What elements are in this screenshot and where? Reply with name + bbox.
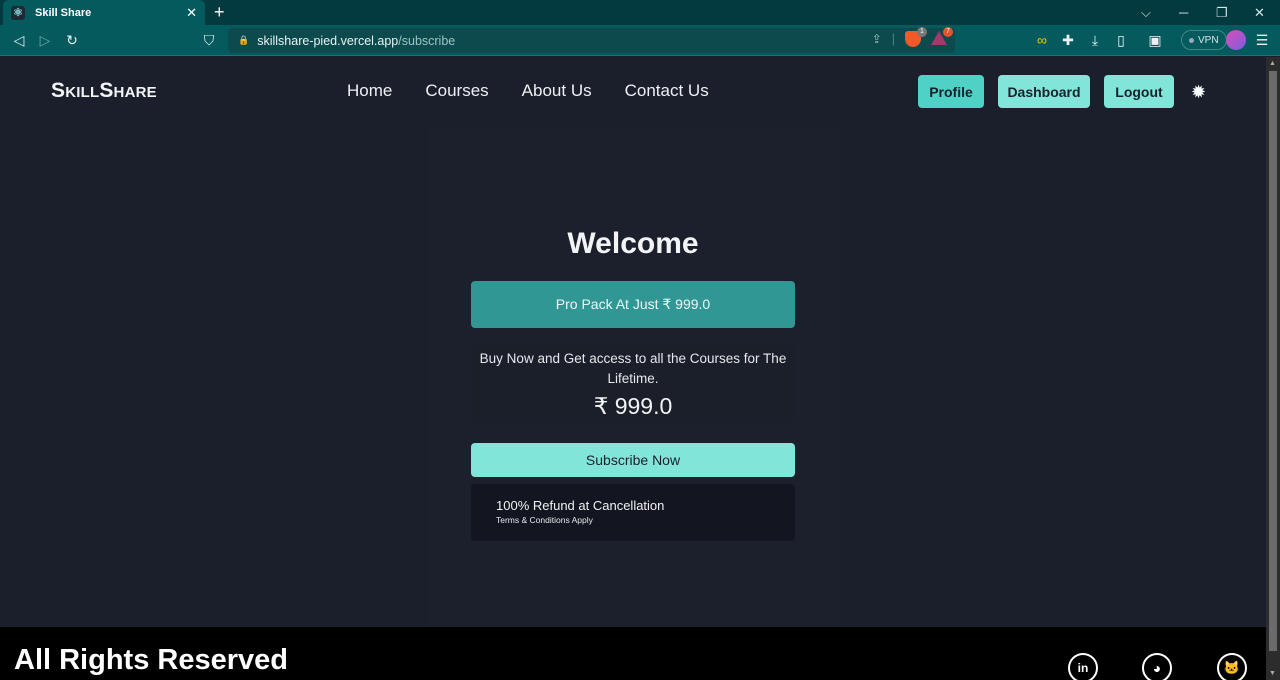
separator: | [891, 32, 895, 46]
browser-toolbar: ◁ ▷ ↻ ⛉ 🔒 skillshare-pied.vercel.app/sub… [0, 25, 1280, 56]
url-host: skillshare-pied.vercel.app [257, 33, 399, 48]
brave-shield-icon[interactable]: 1 [905, 27, 927, 47]
new-tab-button[interactable]: + [214, 2, 225, 22]
page-title: Welcome [567, 227, 699, 260]
pro-pack-banner: Pro Pack At Just ₹ 999.0 [471, 281, 795, 328]
share-icon[interactable]: ⇪ [872, 32, 882, 46]
footer: All Rights Reserved in ◕ 🐱 [0, 627, 1266, 680]
vpn-label: VPN [1198, 34, 1219, 46]
dribbble-icon[interactable]: ◕ [1142, 653, 1172, 680]
scroll-down-icon[interactable]: ▼ [1269, 670, 1276, 677]
page: SkillShare Home Courses About Us Contact… [0, 57, 1266, 680]
nav-home[interactable]: Home [347, 81, 392, 101]
vpn-status-dot [1189, 37, 1194, 43]
extension-infinity-icon[interactable]: ∞ [1032, 30, 1052, 50]
refund-info: 100% Refund at Cancellation Terms & Cond… [471, 484, 795, 541]
terms-note[interactable]: Terms & Conditions Apply [496, 515, 795, 525]
extensions-puzzle-icon[interactable]: ✚ [1058, 30, 1078, 50]
nav-links: Home Courses About Us Contact Us [347, 81, 709, 101]
shield-count: 1 [917, 27, 927, 37]
subscribe-button[interactable]: Subscribe Now [471, 443, 795, 477]
nav-contact-us[interactable]: Contact Us [625, 81, 709, 101]
restore-icon[interactable]: ❐ [1216, 0, 1228, 25]
scrollbar-thumb[interactable] [1269, 71, 1277, 651]
download-icon[interactable]: ⤓ [1085, 30, 1105, 50]
forward-icon[interactable]: ▷ [35, 30, 55, 50]
brave-rewards-icon[interactable]: 7 [931, 27, 953, 47]
address-bar[interactable]: 🔒 skillshare-pied.vercel.app/subscribe ⇪… [228, 27, 955, 53]
page-scrollbar[interactable]: ▲ ▼ [1266, 57, 1280, 680]
scroll-up-icon[interactable]: ▲ [1269, 60, 1276, 67]
nav-courses[interactable]: Courses [425, 81, 488, 101]
profile-button[interactable]: Profile [918, 75, 984, 108]
nav-buttons: Profile Dashboard Logout [918, 75, 1174, 108]
browser-tab[interactable]: ⚛ Skill Share ✕ [3, 0, 205, 25]
rewards-count: 7 [943, 27, 953, 37]
logo[interactable]: SkillShare [51, 79, 157, 103]
minimize-icon[interactable]: ─ [1179, 0, 1188, 25]
url-path: /subscribe [398, 33, 456, 48]
wallet-icon[interactable]: ▣ [1145, 30, 1165, 50]
sun-icon[interactable]: ✹ [1191, 83, 1206, 101]
linkedin-icon[interactable]: in [1068, 653, 1098, 680]
browser-tabstrip: ⚛ Skill Share ✕ + ⌵ ─ ❐ ✕ [0, 0, 1280, 25]
back-icon[interactable]: ◁ [9, 30, 29, 50]
lock-icon: 🔒 [238, 35, 250, 45]
logout-button[interactable]: Logout [1104, 75, 1174, 108]
price: ₹ 999.0 [593, 393, 673, 419]
menu-icon[interactable]: ☰ [1252, 30, 1272, 50]
navbar: SkillShare Home Courses About Us Contact… [0, 57, 1266, 127]
tab-title: Skill Share [35, 6, 92, 19]
dashboard-button[interactable]: Dashboard [998, 75, 1090, 108]
tab-search-icon[interactable]: ⌵ [1141, 0, 1151, 25]
close-tab-icon[interactable]: ✕ [186, 5, 197, 21]
profile-avatar[interactable] [1226, 30, 1246, 50]
sidebar-icon[interactable]: ▯ [1111, 30, 1131, 50]
reload-icon[interactable]: ↻ [62, 30, 82, 50]
nav-about-us[interactable]: About Us [522, 81, 592, 101]
vpn-button[interactable]: VPN [1181, 30, 1227, 50]
github-icon[interactable]: 🐱 [1217, 653, 1247, 680]
close-window-icon[interactable]: ✕ [1254, 0, 1265, 25]
react-icon: ⚛ [11, 5, 25, 20]
bookmark-icon[interactable]: ⛉ [199, 30, 219, 50]
footer-rights: All Rights Reserved [14, 644, 288, 676]
refund-title: 100% Refund at Cancellation [496, 498, 665, 513]
